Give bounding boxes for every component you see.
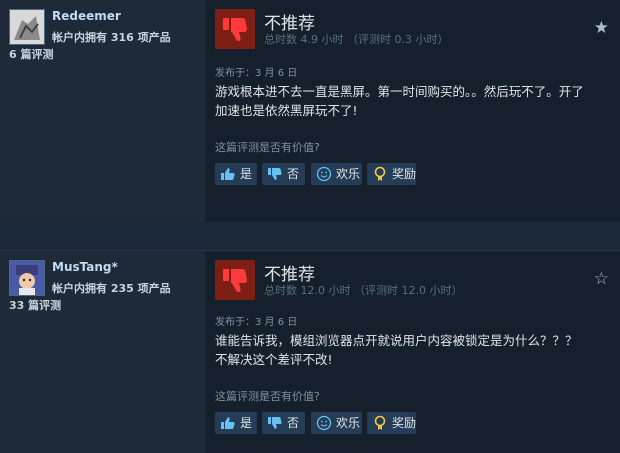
review-content-line: 游戏根本进不去一直是黑屏。第一时间购买的。。然后玩不了。开了 (215, 84, 584, 99)
vote-yes-label: 是 (240, 167, 253, 181)
award-icon (374, 166, 386, 181)
products-owned[interactable]: 帐户内拥有 235 项产品 (52, 280, 171, 296)
reviewer-panel: MusTang* 帐户内拥有 235 项产品 33 篇评测 (0, 251, 205, 453)
thumbs-down-icon (215, 260, 255, 300)
award-button[interactable]: 奖励 (367, 412, 416, 434)
review-count[interactable]: 6 篇评测 (9, 46, 53, 62)
helpful-question: 这篇评测是否有价值? (215, 141, 320, 154)
thumbs-down-icon (268, 168, 282, 180)
review-content: 谁能告诉我，模组浏览器点开就说用户内容被锁定是为什么？？？ 不解决这个差评不改! (215, 331, 610, 369)
playtime-hours: 总时数 4.9 小时 （评测时 0.3 小时） (264, 33, 449, 46)
avatar[interactable] (9, 9, 45, 45)
avatar[interactable] (9, 260, 45, 296)
smiley-icon (316, 166, 332, 182)
posted-date: 发布于：3 月 6 日 (215, 317, 298, 328)
review-card: MusTang* 帐户内拥有 235 项产品 33 篇评测 不推荐 总时数 12… (0, 250, 620, 453)
vote-funny-button[interactable]: 欢乐 (311, 163, 362, 185)
thumbs-down-icon (215, 9, 255, 49)
review-card: Redeemer 帐户内拥有 316 项产品 6 篇评测 不推荐 总时数 4.9… (0, 0, 620, 222)
playtime-hours: 总时数 12.0 小时 （评测时 12.0 小时） (264, 284, 463, 297)
helpful-question: 这篇评测是否有价值? (215, 390, 320, 403)
award-button[interactable]: 奖励 (367, 163, 416, 185)
vote-no-button[interactable]: 否 (262, 163, 305, 185)
vote-funny-label: 欢乐 (336, 416, 361, 430)
smiley-icon (316, 415, 332, 431)
review-content-line: 谁能告诉我，模组浏览器点开就说用户内容被锁定是为什么？？？ (215, 333, 578, 348)
vote-no-label: 否 (287, 416, 300, 430)
award-icon (374, 415, 386, 430)
star-filled-icon[interactable]: ★ (594, 18, 609, 38)
posted-date: 发布于：3 月 6 日 (215, 68, 298, 79)
vote-funny-button[interactable]: 欢乐 (311, 412, 362, 434)
vote-funny-label: 欢乐 (336, 167, 361, 181)
vote-no-label: 否 (287, 167, 300, 181)
vote-no-button[interactable]: 否 (262, 412, 305, 434)
star-outline-icon[interactable]: ☆ (594, 269, 609, 289)
thumbs-up-icon (221, 168, 235, 180)
review-content-line: 加速也是依然黑屏玩不了! (215, 103, 358, 118)
vote-yes-label: 是 (240, 416, 253, 430)
thumbs-down-icon (268, 417, 282, 429)
review-content-line: 不解决这个差评不改! (215, 352, 333, 367)
products-owned[interactable]: 帐户内拥有 316 项产品 (52, 29, 171, 45)
review-content: 游戏根本进不去一直是黑屏。第一时间购买的。。然后玩不了。开了 加速也是依然黑屏玩… (215, 82, 610, 120)
award-label: 奖励 (392, 167, 417, 181)
reviewer-panel: Redeemer 帐户内拥有 316 项产品 6 篇评测 (0, 0, 205, 222)
vote-yes-button[interactable]: 是 (215, 163, 257, 185)
username[interactable]: Redeemer (52, 9, 121, 23)
vote-yes-button[interactable]: 是 (215, 412, 257, 434)
thumbs-up-icon (221, 417, 235, 429)
username[interactable]: MusTang* (52, 260, 118, 274)
review-count[interactable]: 33 篇评测 (9, 297, 61, 313)
award-label: 奖励 (392, 416, 417, 430)
review-separator (0, 222, 620, 250)
